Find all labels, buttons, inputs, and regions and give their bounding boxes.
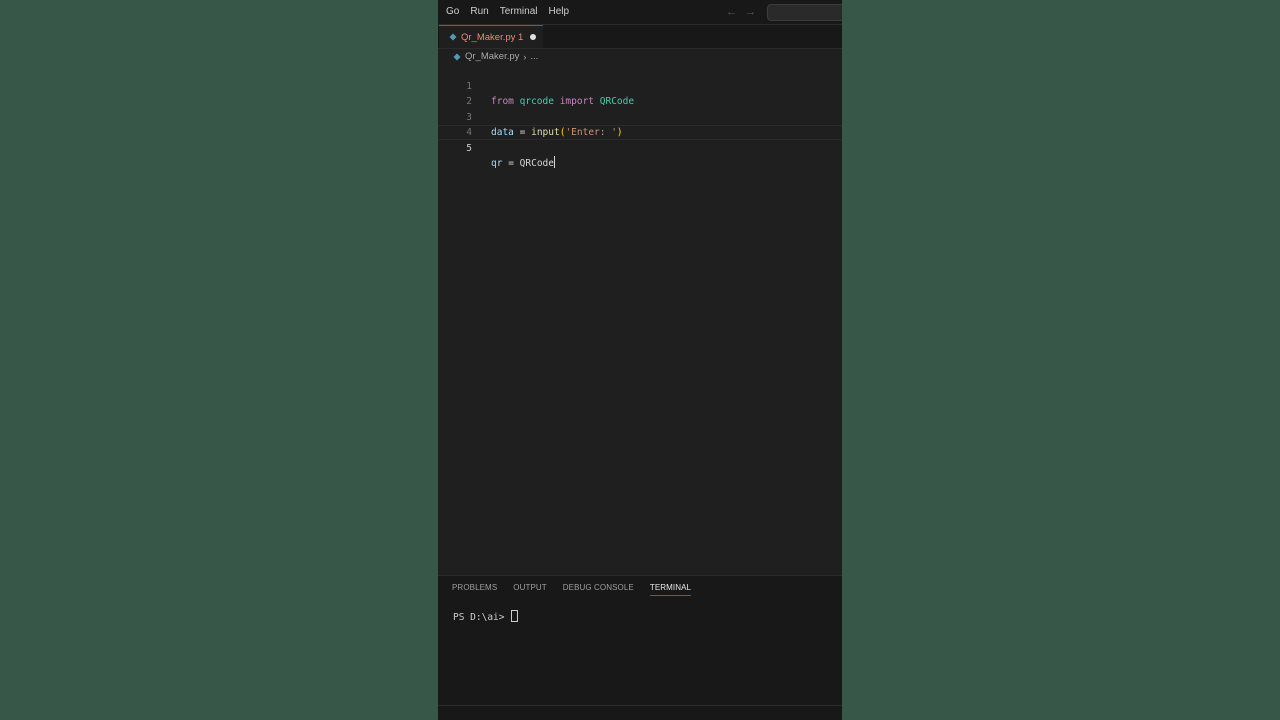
code-line-1[interactable]: 1 from qrcode import QRCode (438, 64, 842, 107)
tab-output[interactable]: OUTPUT (513, 583, 547, 596)
breadcrumb: Qr_Maker.py › ... (438, 49, 842, 64)
breadcrumb-file[interactable]: Qr_Maker.py (465, 51, 519, 62)
menu-run[interactable]: Run (465, 0, 493, 24)
panel-tabs: PROBLEMS OUTPUT DEBUG CONSOLE TERMINAL (452, 583, 692, 596)
tab-label: Qr_Maker.py 1 (461, 31, 524, 43)
terminal-output[interactable]: PS D:\ai> (453, 610, 519, 624)
menu-go[interactable]: Go (441, 0, 464, 24)
variable-qr: qr (491, 158, 503, 169)
code-line-3[interactable]: 3 data = input('Enter: ') (438, 95, 842, 138)
text-cursor (553, 156, 555, 168)
code-line-4[interactable]: 4 (438, 110, 842, 138)
tab-terminal[interactable]: TERMINAL (649, 583, 692, 596)
code-editor[interactable]: 1 from qrcode import QRCode 2 3 data = i… (438, 64, 842, 574)
terminal-prompt: PS D:\ai> (453, 612, 511, 623)
python-file-icon (449, 33, 457, 41)
identifier-qrcode: QRCode (519, 158, 554, 169)
breadcrumb-more[interactable]: ... (530, 51, 538, 62)
chevron-right-icon: › (523, 51, 527, 62)
code-line-2[interactable]: 2 (438, 79, 842, 107)
python-file-icon (453, 53, 461, 60)
menu-help[interactable]: Help (544, 0, 575, 24)
unsaved-dot-icon[interactable] (530, 34, 537, 40)
tab-problems[interactable]: PROBLEMS (452, 583, 497, 596)
title-bar: Go Run Terminal Help ← → (438, 0, 842, 25)
tab-debug-console[interactable]: DEBUG CONSOLE (563, 583, 634, 596)
line-number: 5 (466, 143, 472, 154)
terminal-cursor (511, 610, 519, 622)
status-bar (438, 705, 842, 720)
tab-qr-maker[interactable]: Qr_Maker.py 1 (439, 25, 543, 48)
code-line-5[interactable]: 5 qr = QRCode (438, 125, 842, 169)
back-arrow-icon[interactable]: ← (726, 5, 737, 19)
command-center-search[interactable] (767, 4, 842, 21)
bottom-panel: PROBLEMS OUTPUT DEBUG CONSOLE TERMINAL P… (438, 575, 842, 706)
menu-terminal[interactable]: Terminal (495, 0, 543, 24)
vscode-window: Go Run Terminal Help ← → Qr_Maker.py 1 Q… (438, 0, 842, 720)
editor-tab-bar: Qr_Maker.py 1 (438, 25, 842, 49)
line-content: qr = QRCode (491, 156, 555, 171)
navigation-arrows: ← → (726, 5, 756, 19)
operator-assign: = (508, 158, 514, 169)
forward-arrow-icon[interactable]: → (745, 5, 756, 19)
